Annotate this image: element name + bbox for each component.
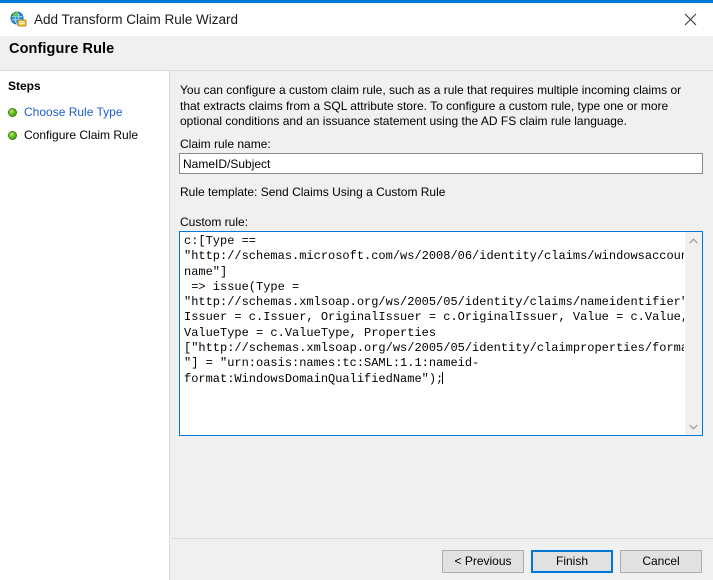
title-bar: Add Transform Claim Rule Wizard — [0, 3, 713, 36]
content-area: Steps Choose Rule Type Configure Claim R… — [0, 70, 713, 580]
cancel-button[interactable]: Cancel — [620, 550, 702, 573]
step-status-bullet-icon — [8, 107, 17, 117]
intro-description: You can configure a custom claim rule, s… — [180, 83, 682, 128]
close-icon[interactable] — [668, 3, 713, 36]
custom-rule-value: c:[Type == "http://schemas.microsoft.com… — [184, 234, 684, 386]
steps-panel: Steps Choose Rule Type Configure Claim R… — [0, 70, 170, 580]
page-title: Configure Rule — [9, 41, 115, 57]
wizard-globe-icon — [10, 11, 27, 28]
chevron-up-icon[interactable] — [685, 232, 702, 249]
footer-buttons: < Previous Finish Cancel — [442, 550, 702, 573]
window-title: Add Transform Claim Rule Wizard — [34, 12, 239, 27]
claim-rule-name-label: Claim rule name: — [180, 137, 271, 151]
custom-rule-scrollbar[interactable] — [684, 232, 702, 435]
finish-button[interactable]: Finish — [531, 550, 613, 573]
chevron-down-icon[interactable] — [685, 418, 702, 435]
sidebar-item-label: Choose Rule Type — [24, 105, 123, 119]
custom-rule-editor[interactable]: c:[Type == "http://schemas.microsoft.com… — [179, 231, 703, 436]
wizard-window: Add Transform Claim Rule Wizard Configur… — [0, 0, 713, 580]
step-status-bullet-icon — [8, 130, 17, 140]
sidebar-item-choose-rule-type[interactable]: Choose Rule Type — [8, 104, 123, 120]
custom-rule-text[interactable]: c:[Type == "http://schemas.microsoft.com… — [180, 232, 684, 435]
main-panel: You can configure a custom claim rule, s… — [170, 70, 713, 580]
claim-rule-name-input[interactable] — [179, 153, 703, 174]
text-caret — [442, 371, 444, 384]
custom-rule-label: Custom rule: — [180, 215, 249, 229]
sidebar-item-label: Configure Claim Rule — [24, 128, 139, 142]
footer-separator — [171, 538, 713, 539]
previous-button[interactable]: < Previous — [442, 550, 524, 573]
steps-header: Steps — [8, 79, 41, 93]
sidebar-item-configure-claim-rule[interactable]: Configure Claim Rule — [8, 127, 138, 143]
rule-template-text: Rule template: Send Claims Using a Custo… — [180, 185, 446, 199]
